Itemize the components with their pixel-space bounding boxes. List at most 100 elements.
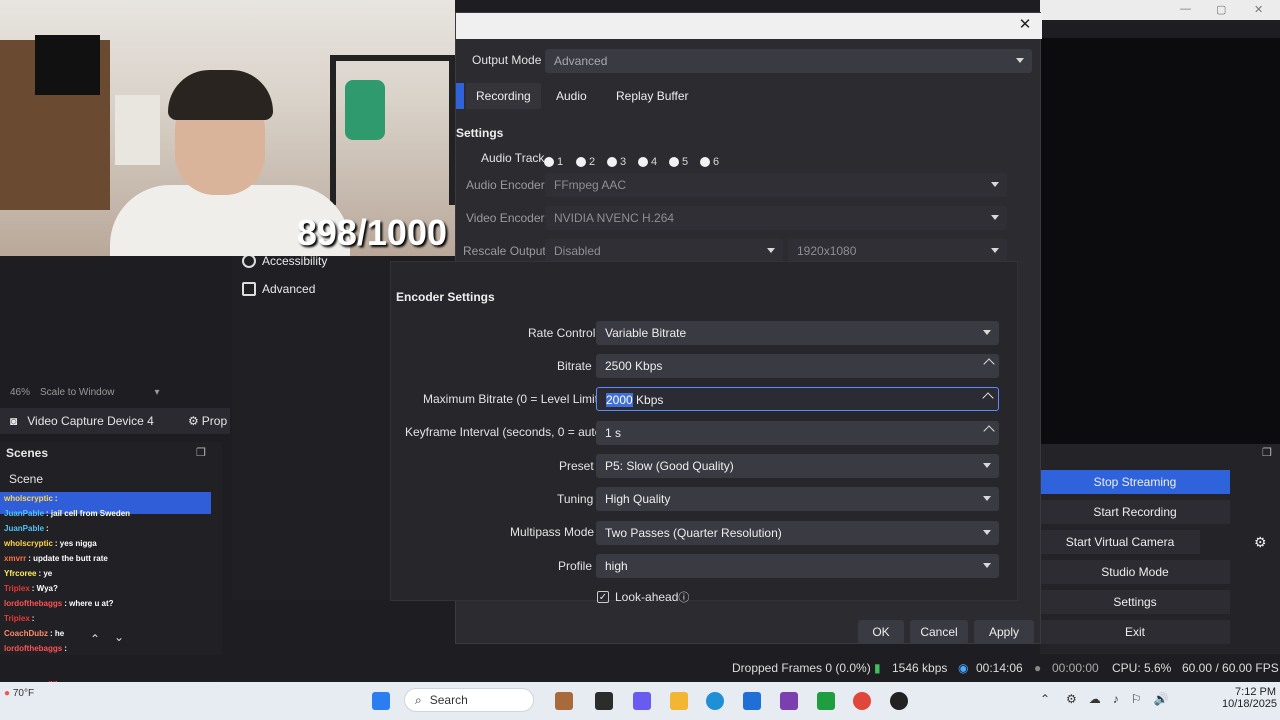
audio-encoder-value: FFmpeg AAC (554, 178, 627, 192)
max-bitrate-spinbox[interactable]: 2000 Kbps (596, 387, 999, 411)
gear-icon[interactable]: ⚙ (1254, 534, 1267, 551)
audio-encoder-label: Audio Encoder (466, 178, 545, 192)
radio-icon (638, 157, 648, 167)
close-icon[interactable]: ✕ (1254, 3, 1263, 16)
taskbar-search[interactable]: ⌕ Search (404, 688, 534, 712)
start-recording-button[interactable]: Start Recording (1040, 500, 1230, 524)
rescale-resolution-select[interactable]: 1920x1080 (788, 239, 1007, 263)
chrome-icon[interactable] (853, 692, 871, 710)
audio-track-5[interactable]: 5 (669, 156, 688, 168)
windows-start-icon[interactable] (372, 692, 390, 710)
undock-icon[interactable]: ❐ (196, 446, 206, 459)
taskbar-clock[interactable]: 7:12 PM 10/18/2025 (1222, 686, 1278, 710)
scene-name: Scene (9, 472, 44, 486)
rescale-output-select[interactable]: Disabled (545, 239, 783, 263)
dialog-titlebar: ✕ (456, 13, 1042, 39)
ok-button[interactable]: OK (858, 620, 904, 644)
audio-track-2[interactable]: 2 (576, 156, 595, 168)
store-icon[interactable] (743, 692, 761, 710)
dog-widget-icon[interactable] (555, 692, 573, 710)
chevron-up-icon[interactable]: ⌃ (1040, 692, 1050, 706)
keyframe-interval-label: Keyframe Interval (seconds, 0 = auto) (405, 425, 606, 439)
close-icon[interactable]: ✕ (1016, 15, 1034, 35)
move-up-icon[interactable]: ⌃ (90, 632, 100, 646)
track-number: 3 (620, 156, 627, 168)
profile-value: high (605, 559, 628, 573)
tab-recording[interactable]: Recording (466, 83, 541, 109)
file-explorer-icon[interactable] (670, 692, 688, 710)
weather-widget[interactable]: ● 70°F (0, 684, 95, 720)
start-virtual-camera-button[interactable]: Start Virtual Camera (1040, 530, 1200, 554)
xbox-icon[interactable] (817, 692, 835, 710)
move-down-icon[interactable]: ⌄ (114, 630, 124, 644)
tab-replay-buffer[interactable]: Replay Buffer (606, 83, 699, 109)
signal-icon: ▮ (874, 661, 881, 675)
studio-mode-button[interactable]: Studio Mode (1040, 560, 1230, 584)
chevron-down-icon (983, 530, 991, 535)
increment-icon[interactable] (982, 392, 994, 404)
clock-date: 10/18/2025 (1222, 698, 1278, 710)
tab-audio[interactable]: Audio (546, 83, 597, 109)
stream-bitrate: 1546 kbps (892, 661, 948, 675)
cpu-usage: CPU: 5.6% (1112, 661, 1172, 675)
cancel-button[interactable]: Cancel (910, 620, 968, 644)
video-encoder-select[interactable]: NVIDIA NVENC H.264 (545, 206, 1007, 230)
maximize-icon[interactable]: ▢ (1216, 3, 1226, 16)
chevron-down-icon[interactable]: ▾ (155, 387, 160, 398)
gear-icon: ⚙ (188, 414, 199, 428)
apply-button[interactable]: Apply (974, 620, 1034, 644)
chat-line: lordofthebaggs: where u at? (4, 599, 114, 608)
max-bitrate-unit: Kbps (632, 393, 664, 407)
chat-line: wholscryptic: yes nigga (4, 539, 97, 548)
system-tray-icons[interactable]: ⚙☁♪⚐🔊 (1066, 692, 1180, 706)
webcam-overlay: 898/1000 (0, 0, 455, 256)
minimize-icon[interactable]: — (1180, 3, 1191, 15)
exit-button[interactable]: Exit (1040, 620, 1230, 644)
accessibility-icon (242, 254, 256, 268)
stop-streaming-button[interactable]: Stop Streaming (1040, 470, 1230, 494)
app-icon[interactable] (780, 692, 798, 710)
audio-encoder-select[interactable]: FFmpeg AAC (545, 173, 1007, 197)
settings-button[interactable]: Settings (1040, 590, 1230, 614)
audio-track-4[interactable]: 4 (638, 156, 657, 168)
lookahead-checkbox[interactable]: ✓ Look-ahead ⓘ (597, 589, 689, 605)
chat-username: lordofthebaggs (4, 599, 63, 608)
recording-icon: ● (1034, 661, 1042, 675)
profile-select[interactable]: high (596, 554, 999, 578)
settings-dialog: ✕ Output Mode Advanced Recording Audio R… (390, 12, 1042, 644)
task-view-icon[interactable] (595, 692, 613, 710)
chat-username: Triplex (4, 614, 30, 623)
audio-track-6[interactable]: 6 (700, 156, 719, 168)
undock-icon[interactable]: ❐ (1262, 446, 1272, 459)
scene-list-item[interactable]: Scene (0, 470, 222, 488)
multipass-select[interactable]: Two Passes (Quarter Resolution) (596, 521, 999, 545)
help-icon[interactable]: ⓘ (678, 589, 689, 605)
chat-message: : where u at? (64, 599, 114, 608)
audio-track-1[interactable]: 1 (544, 156, 563, 168)
audio-track-3[interactable]: 3 (607, 156, 626, 168)
nav-item-advanced[interactable]: Advanced (242, 278, 315, 300)
max-bitrate-selected-text: 2000 (606, 393, 633, 407)
edge-icon[interactable] (706, 692, 724, 710)
chat-username: lordofthebaggs (4, 644, 63, 653)
output-mode-select[interactable]: Advanced (545, 49, 1032, 73)
obs-icon[interactable] (890, 692, 908, 710)
rate-control-select[interactable]: Variable Bitrate (596, 321, 999, 345)
bitrate-spinbox[interactable]: 2500 Kbps (596, 354, 999, 378)
copilot-icon[interactable] (633, 692, 651, 710)
search-label: Search (429, 693, 468, 707)
obs-titlebar: — ▢ ✕ (1040, 0, 1280, 20)
settings-nav: Accessibility Advanced (232, 250, 390, 600)
source-name: Video Capture Device 4 (27, 414, 154, 428)
increment-icon[interactable] (983, 425, 995, 437)
scale-mode-select[interactable]: Scale to Window (40, 387, 114, 398)
properties-button[interactable]: ⚙ Prop (188, 414, 227, 428)
increment-icon[interactable] (983, 358, 995, 370)
keyframe-interval-spinbox[interactable]: 1 s (596, 421, 999, 445)
fps-readout: 60.00 / 60.00 FPS (1182, 661, 1279, 675)
source-toolbar: ◙ Video Capture Device 4 ⚙ Prop (0, 408, 230, 434)
chat-username: Triplex (4, 584, 30, 593)
score-counter: 898/1000 (296, 212, 447, 253)
tuning-select[interactable]: High Quality (596, 487, 999, 511)
preset-select[interactable]: P5: Slow (Good Quality) (596, 454, 999, 478)
